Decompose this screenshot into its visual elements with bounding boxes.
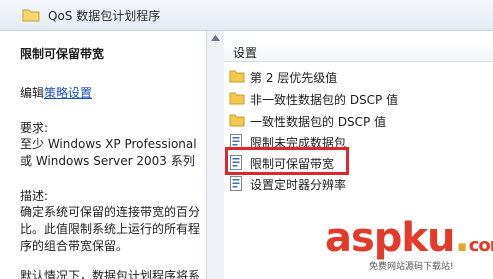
requirements-text: 至少 Windows XP Professional 或 Windows Ser… [20, 137, 197, 168]
scroll-up-arrow-icon[interactable] [211, 35, 220, 41]
settings-item-timer-resolution[interactable]: 设置定时器分辨率 [229, 174, 489, 194]
selection-highlight-box [225, 147, 349, 175]
settings-column-label: 设置 [233, 46, 258, 60]
edit-prefix: 编辑 [20, 86, 45, 100]
folder-icon [229, 92, 245, 105]
description-more-text: 默认情况下，数据包计划程序将系 [20, 269, 201, 279]
settings-item-conforming-dscp[interactable]: 一致性数据包的 DSCP 值 [229, 111, 489, 131]
settings-item-label: 设置定时器分辨率 [250, 178, 347, 192]
watermark-subtitle: 免费网站源码下载站! [369, 262, 454, 272]
header-title: QoS 数据包计划程序 [48, 9, 161, 23]
folder-icon [229, 70, 245, 83]
description-label: 描述: [20, 189, 49, 203]
edit-line: 编辑策略设置 [20, 84, 92, 101]
window-header: QoS 数据包计划程序 [0, 0, 493, 31]
settings-item-nonconforming-dscp[interactable]: 非一致性数据包的 DSCP 值 [229, 89, 489, 109]
pane-scrollbar[interactable] [206, 31, 225, 279]
folder-icon [22, 9, 40, 22]
requirements-label: 要求: [20, 121, 49, 135]
policy-settings-link[interactable]: 策略设置 [44, 86, 92, 100]
settings-item-label: 非一致性数据包的 DSCP 值 [250, 93, 399, 107]
pane-title: 限制可保留带宽 [20, 47, 105, 61]
description-pane: 限制可保留带宽 编辑策略设置 要求: 至少 Windows XP Profess… [0, 31, 206, 279]
policy-setting-icon [230, 176, 242, 191]
settings-item-layer2-priority[interactable]: 第 2 层优先级值 [229, 67, 489, 87]
settings-column-header[interactable]: 设置 [224, 41, 493, 62]
watermark-main-text: aspku [325, 215, 456, 261]
settings-item-label: 一致性数据包的 DSCP 值 [250, 115, 387, 129]
watermark-dot: . [454, 215, 470, 261]
watermark-logo: aspku.com 免费网站源码下载站! [323, 215, 493, 279]
folder-icon [229, 114, 245, 127]
settings-item-label: 第 2 层优先级值 [250, 71, 338, 85]
watermark-suffix: com [468, 235, 493, 256]
description-text: 确定系统可保留的连接带宽的百分比。此值限制系统上运行的所有程序的组合带宽保留。 [20, 205, 201, 253]
